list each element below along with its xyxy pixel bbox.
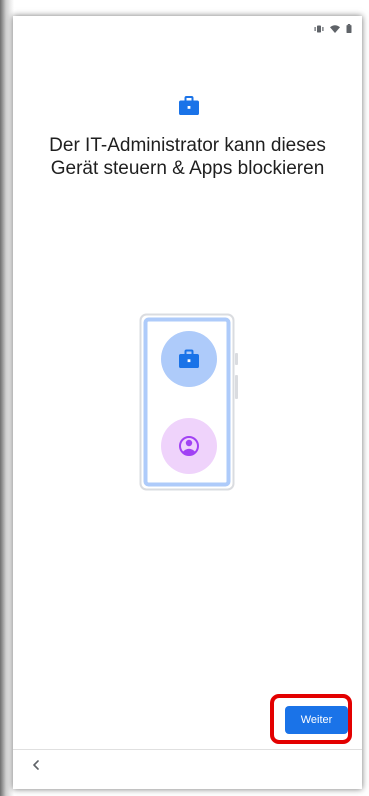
page-title: Der IT-Administrator kann dieses Gerät s… [49, 135, 326, 179]
work-briefcase-icon [178, 96, 200, 116]
vibrate-icon [314, 25, 324, 33]
wifi-icon [330, 24, 340, 33]
status-bar [13, 16, 362, 46]
next-button[interactable]: Weiter [285, 706, 348, 734]
back-button[interactable] [27, 758, 45, 776]
personal-profile-icon [161, 418, 217, 474]
setup-screen: Der IT-Administrator kann dieses Gerät s… [13, 16, 362, 789]
bottom-divider [13, 749, 362, 750]
chevron-left-icon [32, 758, 40, 776]
work-profile-illustration [139, 313, 239, 491]
device-frame: Der IT-Administrator kann dieses Gerät s… [0, 0, 369, 796]
battery-icon [346, 24, 352, 33]
work-profile-icon [161, 331, 217, 387]
status-icons [314, 24, 352, 33]
